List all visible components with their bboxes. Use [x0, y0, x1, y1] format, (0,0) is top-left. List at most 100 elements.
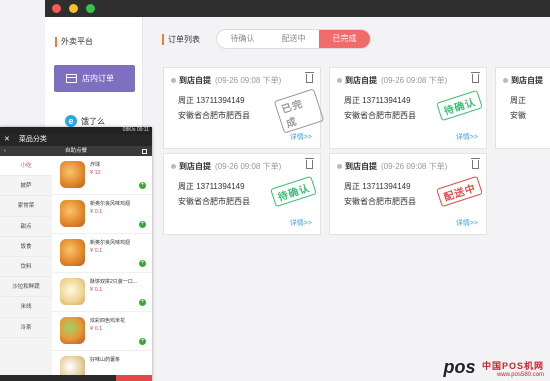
tab-completed[interactable]: 已完成	[319, 30, 370, 48]
order-card[interactable]: 到店自提 (09-26 09:08 下单) 周正 13711394149 安徽省合…	[163, 67, 325, 149]
dish-name: 酥饼双拼2只装一口...	[90, 279, 137, 285]
sidebar-item-eleme[interactable]: e 饿了么	[65, 115, 105, 127]
status-tabs: 待确认 配送中 已完成	[216, 29, 371, 49]
category-item[interactable]: 家常菜	[0, 196, 52, 217]
watermark: pos 中国POS机网 www.pos580.com	[444, 357, 544, 378]
trash-icon[interactable]	[305, 158, 314, 169]
category-item[interactable]: 米线	[0, 297, 52, 318]
order-card[interactable]: 到店自提 (09-26 09:08 下单) 周正 13711394149 安徽省合…	[329, 67, 487, 149]
category-item[interactable]: 饮料	[0, 257, 52, 278]
order-time: (09-26 09:08 下单)	[381, 76, 448, 85]
status-stamp: 待确认	[436, 89, 483, 122]
add-dish-button[interactable]: +	[139, 299, 146, 306]
list-item[interactable]: 新奥尔良风味鸡翅 ¥ 0.1 +	[52, 195, 152, 234]
maximize-window-button[interactable]	[86, 4, 95, 13]
details-link[interactable]: 详情>>	[290, 132, 312, 142]
list-item[interactable]: 新奥尔良风味鸡翅 ¥ 0.1 +	[52, 234, 152, 273]
dish-image	[60, 278, 85, 305]
status-stamp: 待确认	[270, 175, 317, 208]
status-stamp: 配送中	[436, 175, 483, 208]
close-icon[interactable]: ✕	[4, 136, 10, 143]
customer-name-phone: 周正 13711394149	[344, 182, 411, 191]
sidebar-item-store-orders[interactable]: 店内订单	[54, 65, 135, 92]
watermark-url: www.pos580.com	[496, 372, 544, 378]
list-item[interactable]: 炸球 ¥ 12 +	[52, 156, 152, 195]
dish-image	[60, 239, 85, 266]
sidebar-title-text: 外卖平台	[61, 37, 93, 46]
phone-body: 小吃 披萨 家常菜 甜点 饭食 饮料 沙拉和鲜蔬 米线 冷茶 炸球 ¥ 12 +	[0, 156, 152, 381]
phone-subtitle: 自助点餐	[64, 148, 87, 154]
category-item[interactable]: 沙拉和鲜蔬	[0, 277, 52, 298]
phone-bottom-bar	[0, 375, 152, 381]
order-type: 到店自提	[179, 162, 211, 171]
customer-address: 安徽省合肥市肥西县	[344, 197, 416, 206]
dish-image	[60, 317, 85, 344]
order-card[interactable]: 到店自提 (09-26 09:08 下单) 周正 13711394149 安徽省合…	[329, 153, 487, 235]
minimize-window-button[interactable]	[69, 4, 78, 13]
page-title: 订单列表	[162, 34, 200, 46]
order-header: 到店自提 (09-26 09:08 下单)	[171, 161, 281, 172]
customer-address: 安徽省合肥市肥西县	[344, 111, 416, 120]
checkout-button[interactable]	[116, 375, 152, 381]
customer-name-phone: 周正 13711394149	[178, 96, 245, 105]
category-item[interactable]: 饭食	[0, 237, 52, 257]
category-item[interactable]: 小吃	[0, 156, 52, 177]
close-window-button[interactable]	[52, 4, 61, 13]
tab-delivering[interactable]: 配送中	[268, 30, 319, 48]
list-item[interactable]: 酥饼双拼2只装一口... ¥ 0.1 +	[52, 273, 152, 312]
back-icon[interactable]: ‹	[4, 146, 6, 156]
sidebar-item-label: 店内订单	[82, 74, 114, 83]
tab-pending[interactable]: 待确认	[217, 30, 268, 48]
details-link[interactable]: 详情>>	[290, 218, 312, 228]
phone-status-bar: 08K/s 09:11	[0, 127, 152, 134]
add-dish-button[interactable]: +	[139, 182, 146, 189]
order-type: 到店自提	[511, 76, 543, 85]
window-titlebar	[45, 0, 550, 17]
status-dot	[171, 164, 176, 170]
dish-name: 新奥尔良风味鸡翅	[90, 201, 131, 207]
status-stamp: 已完成	[273, 88, 325, 134]
trash-icon[interactable]	[471, 158, 480, 169]
category-item[interactable]: 冷茶	[0, 318, 52, 338]
grid-view-icon[interactable]	[142, 149, 147, 154]
category-item[interactable]: 甜点	[0, 217, 52, 237]
order-time: (09-26 09:08 下单)	[215, 76, 282, 85]
order-header: 到店自提 (09-26 09:08 下单)	[337, 75, 447, 86]
list-item[interactable]: 炫彩四色鸡米花 ¥ 0.1 +	[52, 312, 152, 351]
trash-icon[interactable]	[305, 72, 314, 83]
eleme-icon: e	[65, 115, 77, 127]
order-card[interactable]: 到店自提 周正 安徽	[495, 67, 550, 149]
dish-name: 炫彩四色鸡米花	[90, 318, 126, 324]
order-header: 到店自提 (09-26 09:08 下单)	[337, 161, 447, 172]
dish-list: 炸球 ¥ 12 + 新奥尔良风味鸡翅 ¥ 0.1 + 新奥尔良风味鸡翅 ¥ 0.…	[52, 156, 152, 381]
trash-icon[interactable]	[471, 72, 480, 83]
add-dish-button[interactable]: +	[139, 260, 146, 267]
order-list-panel: 订单列表 待确认 配送中 已完成 到店自提 (09-26 09:08 下单) 周正…	[144, 17, 550, 381]
watermark-text: 中国POS机网 www.pos580.com	[482, 359, 544, 378]
dish-price: ¥ 0.1	[90, 209, 103, 215]
dish-name: 新奥尔良风味鸡翅	[90, 240, 131, 246]
add-dish-button[interactable]: +	[139, 221, 146, 228]
status-dot	[503, 78, 508, 84]
page-title-text: 订单列表	[168, 35, 200, 44]
phone-subheader: ‹ 自助点餐	[0, 146, 152, 156]
order-type: 到店自提	[179, 76, 211, 85]
order-time: (09-26 09:08 下单)	[215, 162, 282, 171]
dish-image	[60, 200, 85, 227]
category-item[interactable]: 披萨	[0, 176, 52, 197]
dish-price: ¥ 0.1	[90, 248, 103, 254]
status-dot	[337, 164, 342, 170]
details-link[interactable]: 详情>>	[456, 218, 478, 228]
accent-bar	[162, 34, 164, 46]
details-link[interactable]: 详情>>	[456, 132, 478, 142]
customer-name-phone: 周正	[510, 96, 526, 105]
sidebar-title: 外卖平台	[55, 36, 93, 47]
dish-price: ¥ 0.1	[90, 287, 103, 293]
customer-name-phone: 周正 13711394149	[178, 182, 245, 191]
customer-address: 安徽省合肥市肥西县	[178, 197, 250, 206]
status-dot	[337, 78, 342, 84]
order-header: 到店自提	[503, 75, 543, 86]
dish-price: ¥ 0.1	[90, 326, 103, 332]
add-dish-button[interactable]: +	[139, 338, 146, 345]
order-card[interactable]: 到店自提 (09-26 09:08 下单) 周正 13711394149 安徽省合…	[163, 153, 321, 235]
